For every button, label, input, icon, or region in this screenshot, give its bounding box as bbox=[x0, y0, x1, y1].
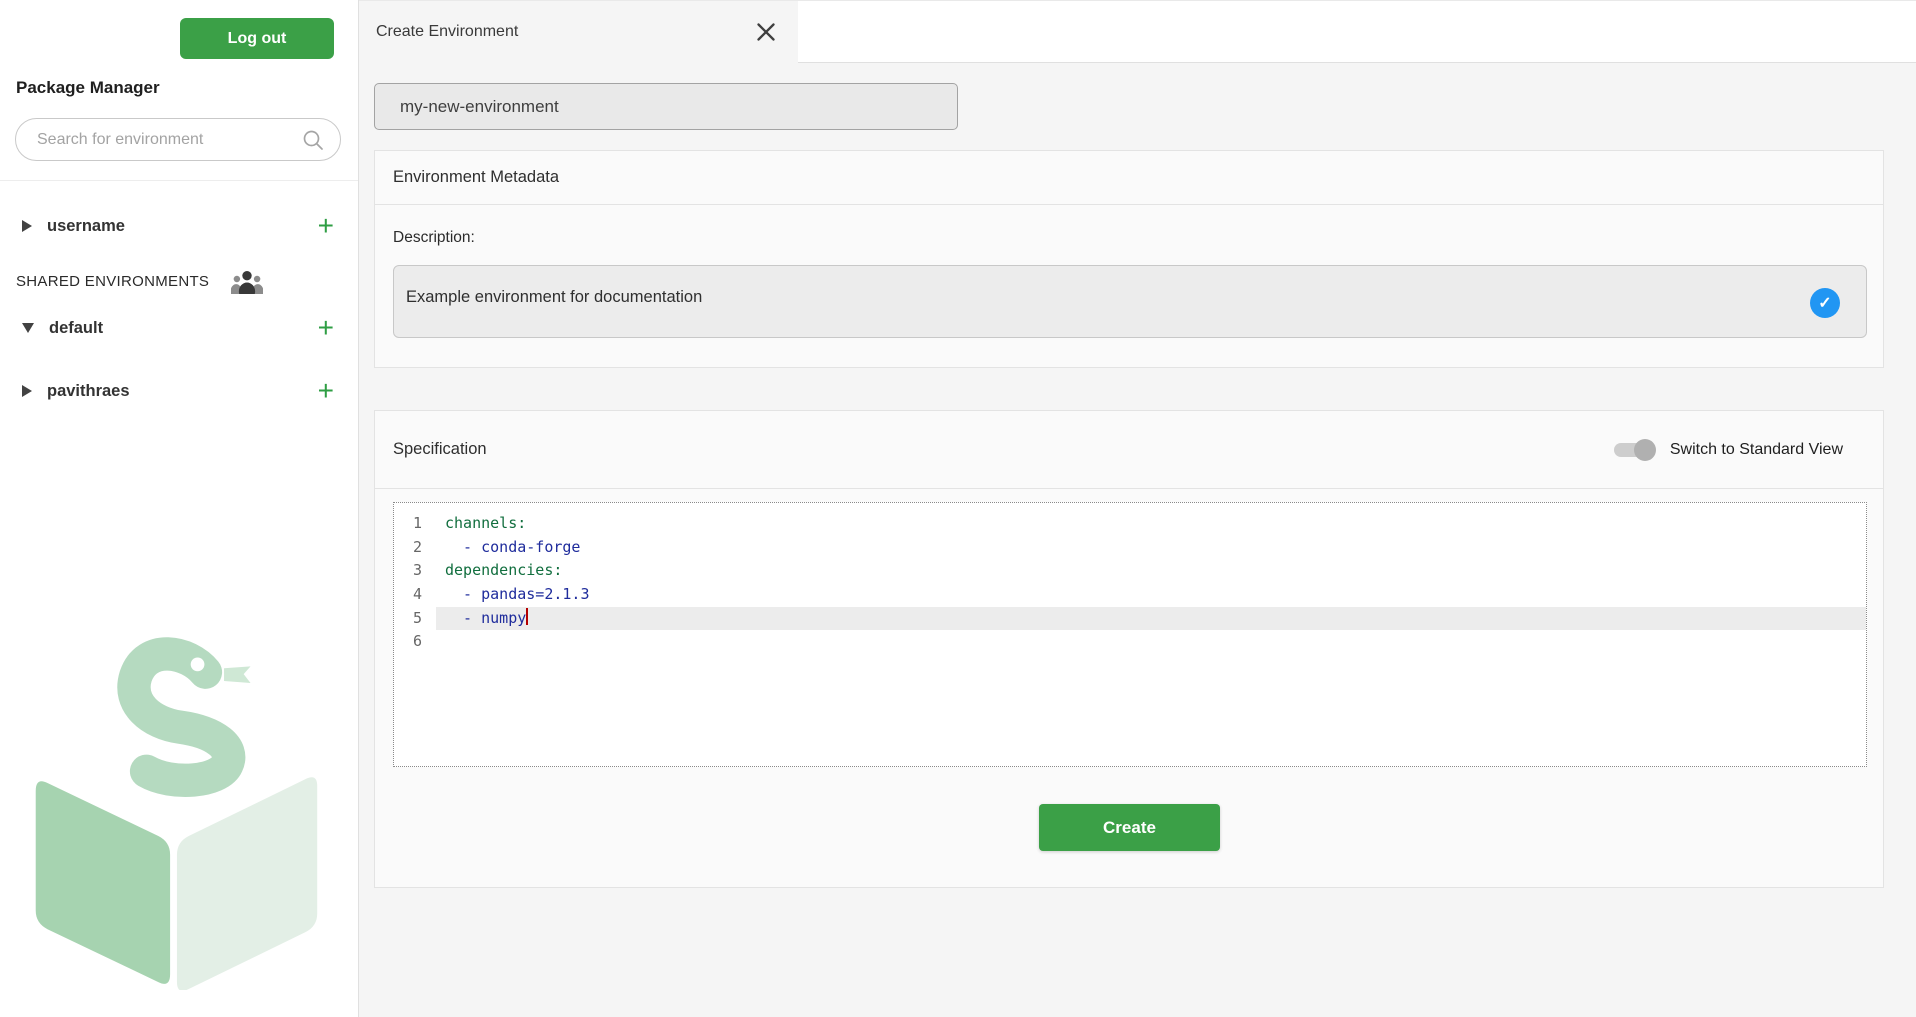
chevron-icon[interactable] bbox=[22, 385, 32, 397]
tab-bar: Create Environment bbox=[359, 0, 1916, 62]
add-environment-button[interactable]: + bbox=[318, 212, 334, 240]
sidebar-item-default[interactable]: default + bbox=[0, 311, 358, 345]
namespace-label: pavithraes bbox=[47, 382, 130, 401]
editor-line[interactable]: 6 bbox=[394, 630, 1866, 654]
specification-section: Specification Switch to Standard View 1c… bbox=[374, 410, 1884, 888]
line-number: 6 bbox=[394, 630, 436, 654]
line-number: 2 bbox=[394, 536, 436, 560]
yaml-token: - conda-forge bbox=[445, 538, 580, 556]
search-input[interactable] bbox=[37, 131, 302, 149]
description-field-wrap: Example environment for documentation ✓ bbox=[393, 265, 1867, 338]
line-code[interactable]: dependencies: bbox=[436, 559, 1866, 583]
specification-section-header: Specification Switch to Standard View bbox=[375, 411, 1883, 489]
create-button[interactable]: Create bbox=[1039, 804, 1220, 851]
yaml-editor[interactable]: 1channels:2 - conda-forge3dependencies:4… bbox=[393, 502, 1867, 767]
yaml-token: - pandas=2.1.3 bbox=[445, 585, 590, 603]
metadata-section-header: Environment Metadata bbox=[375, 151, 1883, 205]
sidebar: Log out Package Manager username + SHARE… bbox=[0, 0, 359, 1017]
sidebar-item-username[interactable]: username + bbox=[0, 209, 358, 243]
standard-view-toggle[interactable] bbox=[1612, 438, 1656, 462]
yaml-token: - numpy bbox=[445, 609, 526, 627]
toggle-thumb[interactable] bbox=[1634, 439, 1656, 461]
shared-environments-label: SHARED ENVIRONMENTS bbox=[16, 273, 209, 290]
namespace-label: username bbox=[47, 217, 125, 236]
add-environment-button[interactable]: + bbox=[318, 314, 334, 342]
description-textarea[interactable]: Example environment for documentation bbox=[394, 266, 1866, 337]
close-icon[interactable] bbox=[756, 22, 776, 42]
add-environment-button[interactable]: + bbox=[318, 377, 334, 405]
logout-button[interactable]: Log out bbox=[180, 18, 334, 59]
text-cursor bbox=[526, 608, 528, 625]
editor-line[interactable]: 3 dependencies: bbox=[394, 559, 1866, 583]
spec-editor-lines: 1channels:2 - conda-forge3dependencies:4… bbox=[394, 512, 1866, 654]
editor-line[interactable]: 5 - numpy bbox=[394, 607, 1866, 631]
toggle-label: Switch to Standard View bbox=[1670, 441, 1843, 459]
sidebar-item-pavithraes[interactable]: pavithraes + bbox=[0, 374, 358, 408]
chevron-icon[interactable] bbox=[22, 220, 32, 232]
line-code[interactable] bbox=[436, 630, 1866, 654]
editor-line[interactable]: 2 - conda-forge bbox=[394, 536, 1866, 560]
environment-search[interactable] bbox=[15, 118, 341, 161]
line-code[interactable]: - numpy bbox=[436, 607, 1866, 631]
environment-metadata-section: Environment Metadata Description: Exampl… bbox=[374, 150, 1884, 368]
line-code[interactable]: channels: bbox=[436, 512, 1866, 536]
tab-bar-empty-area bbox=[798, 1, 1916, 63]
group-icon bbox=[231, 269, 263, 294]
yaml-token: dependencies: bbox=[445, 561, 562, 579]
line-code[interactable]: - conda-forge bbox=[436, 536, 1866, 560]
shared-environments-header: SHARED ENVIRONMENTS bbox=[0, 264, 358, 298]
sidebar-divider bbox=[0, 180, 358, 181]
tab-title: Create Environment bbox=[376, 23, 518, 41]
namespace-label: default bbox=[49, 319, 103, 338]
editor-line[interactable]: 1 channels: bbox=[394, 512, 1866, 536]
package-manager-title: Package Manager bbox=[16, 78, 160, 98]
search-icon bbox=[302, 129, 324, 151]
description-label: Description: bbox=[393, 229, 475, 247]
chevron-icon[interactable] bbox=[22, 323, 34, 333]
valid-check-icon: ✓ bbox=[1810, 288, 1840, 318]
line-number: 4 bbox=[394, 583, 436, 607]
line-code[interactable]: - pandas=2.1.3 bbox=[436, 583, 1866, 607]
line-number: 5 bbox=[394, 607, 436, 631]
conda-store-logo bbox=[22, 632, 328, 990]
metadata-section-title: Environment Metadata bbox=[393, 168, 559, 187]
yaml-token: channels: bbox=[445, 514, 526, 532]
tab-create-environment[interactable]: Create Environment bbox=[359, 1, 798, 63]
environment-name-input[interactable] bbox=[374, 83, 958, 130]
line-number: 1 bbox=[394, 512, 436, 536]
view-toggle-wrap: Switch to Standard View bbox=[1612, 438, 1843, 462]
snake-eye bbox=[191, 658, 205, 672]
specification-section-title: Specification bbox=[393, 440, 487, 459]
editor-line[interactable]: 4 - pandas=2.1.3 bbox=[394, 583, 1866, 607]
main-content: Create Environment Environment Metadata … bbox=[359, 0, 1916, 1017]
line-number: 3 bbox=[394, 559, 436, 583]
